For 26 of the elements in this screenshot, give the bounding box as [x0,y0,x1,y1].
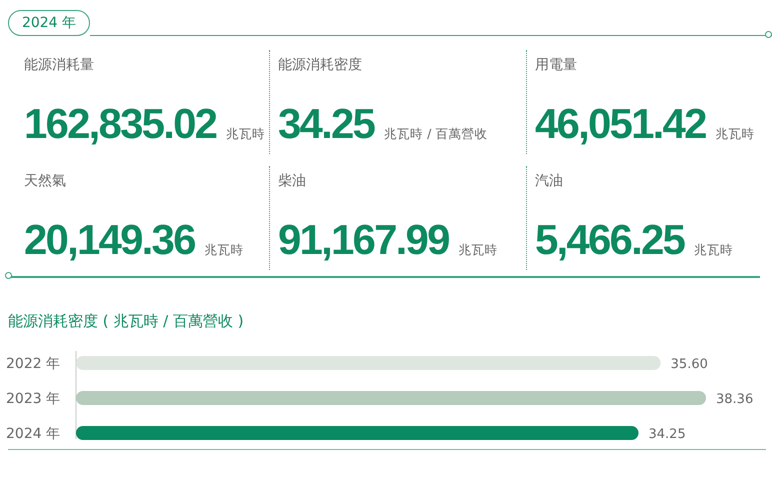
chart-title: 能源消耗密度 ( 兆瓦時 / 百萬營收 ) [7,310,245,330]
metric-value: 34.25 [278,100,374,148]
value-label: 34.25 [648,426,686,442]
year-label: 2023 年 [6,390,60,406]
metric-value: 46,051.42 [535,100,706,148]
metric-label: 汽油 [535,172,564,190]
metric-value: 20,149.36 [24,216,195,264]
metric-value: 5,466.25 [535,216,684,264]
value-label: 38.36 [716,392,754,406]
metric-unit: 兆瓦時 [204,242,244,259]
metric-label: 能源消耗密度 [278,56,363,74]
year-label: 2024 年 [6,426,60,442]
metric-value: 91,167.99 [278,216,449,264]
metric-label: 用電量 [535,56,578,74]
year-label: 2022 年 [6,356,60,372]
value-label: 35.60 [670,356,708,372]
metric-label: 天然氣 [24,172,67,190]
metric-unit: 兆瓦時 [694,242,734,259]
year-tab[interactable]: 2024 年 [8,10,90,36]
metric-unit: 兆瓦時 [716,126,755,143]
metric-unit: 兆瓦時 [226,126,266,143]
metric-label: 柴油 [278,172,307,190]
metric-label: 能源消耗量 [24,56,95,74]
metric-unit: 兆瓦時 [458,242,498,259]
metric-unit: 兆瓦時 / 百萬營收 [384,126,488,143]
metric-value: 162,835.02 [24,100,216,148]
